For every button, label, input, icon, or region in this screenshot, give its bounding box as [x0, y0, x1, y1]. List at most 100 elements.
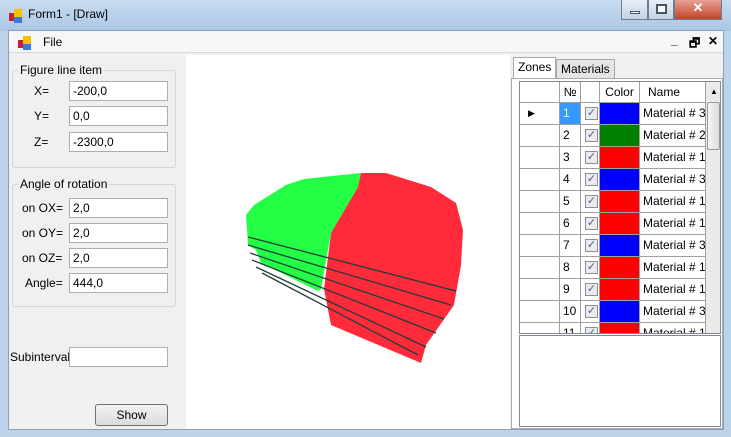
child-close-button[interactable]: ✕: [708, 34, 718, 48]
menu-file[interactable]: File: [43, 35, 62, 49]
cell-number[interactable]: 1: [560, 103, 581, 125]
col-header-check[interactable]: [581, 82, 600, 103]
zones-grid: № Color Name ▶ 1 ✓ Material # 3 2 ✓ Material # 2 3…: [519, 81, 721, 334]
cell-name[interactable]: Material # 3: [640, 103, 706, 125]
checkbox-checked-icon[interactable]: ✓: [585, 261, 598, 274]
cell-color[interactable]: [600, 103, 640, 125]
cell-name[interactable]: Material # 1: [640, 213, 706, 235]
angle-input[interactable]: 444,0: [69, 273, 168, 293]
cell-check[interactable]: ✓: [581, 147, 600, 169]
cell-color[interactable]: [600, 257, 640, 279]
tab-zones[interactable]: Zones: [513, 57, 557, 79]
cell-color[interactable]: [600, 235, 640, 257]
cylinder-3d-figure: [246, 173, 463, 363]
tab-materials[interactable]: Materials: [556, 59, 615, 79]
child-minimize-button[interactable]: _: [671, 33, 678, 47]
cell-check[interactable]: ✓: [581, 301, 600, 323]
scroll-thumb[interactable]: [707, 102, 720, 150]
cell-number[interactable]: 9: [560, 279, 581, 301]
cell-color[interactable]: [600, 323, 640, 333]
child-restore-button[interactable]: 🗗: [689, 34, 700, 55]
row-header[interactable]: ▶: [520, 103, 560, 125]
cell-number[interactable]: 7: [560, 235, 581, 257]
x-input[interactable]: -200,0: [69, 81, 168, 101]
minimize-button[interactable]: [621, 0, 648, 20]
oy-input[interactable]: 2,0: [69, 223, 168, 243]
cell-number[interactable]: 10: [560, 301, 581, 323]
cell-name[interactable]: Material # 1: [640, 147, 706, 169]
cell-check[interactable]: ✓: [581, 235, 600, 257]
cell-number[interactable]: 5: [560, 191, 581, 213]
cell-name[interactable]: Material # 1: [640, 257, 706, 279]
cell-check[interactable]: ✓: [581, 257, 600, 279]
cell-number[interactable]: 4: [560, 169, 581, 191]
cell-check[interactable]: ✓: [581, 279, 600, 301]
col-header-number[interactable]: №: [560, 82, 581, 103]
checkbox-checked-icon[interactable]: ✓: [585, 195, 598, 208]
cell-name[interactable]: Material # 3: [640, 301, 706, 323]
row-header[interactable]: [520, 125, 560, 147]
checkbox-checked-icon[interactable]: ✓: [585, 327, 598, 333]
col-header-color[interactable]: Color: [600, 82, 640, 103]
mdi-child-window: File _ 🗗 ✕ Figure line item X= -200,0 Y=…: [8, 30, 724, 430]
checkbox-checked-icon[interactable]: ✓: [585, 173, 598, 186]
oz-input[interactable]: 2,0: [69, 248, 168, 268]
cell-number[interactable]: 2: [560, 125, 581, 147]
cell-check[interactable]: ✓: [581, 103, 600, 125]
show-button[interactable]: Show: [95, 404, 168, 426]
checkbox-checked-icon[interactable]: ✓: [585, 107, 598, 120]
cell-color[interactable]: [600, 147, 640, 169]
row-header[interactable]: [520, 147, 560, 169]
subinterval-input[interactable]: [69, 347, 168, 367]
row-header[interactable]: [520, 213, 560, 235]
checkbox-checked-icon[interactable]: ✓: [585, 283, 598, 296]
cell-check[interactable]: ✓: [581, 213, 600, 235]
row-header[interactable]: [520, 279, 560, 301]
y-input[interactable]: 0,0: [69, 106, 168, 126]
grid-scrollbar[interactable]: ▲: [706, 82, 720, 333]
cell-name[interactable]: Material # 1: [640, 191, 706, 213]
cell-name[interactable]: Material # 3: [640, 169, 706, 191]
cell-color[interactable]: [600, 279, 640, 301]
app-icon: [9, 9, 23, 23]
z-input[interactable]: -2300,0: [69, 132, 168, 152]
checkbox-checked-icon[interactable]: ✓: [585, 151, 598, 164]
checkbox-checked-icon[interactable]: ✓: [585, 129, 598, 142]
cell-name[interactable]: Material # 3: [640, 235, 706, 257]
col-header-name[interactable]: Name: [640, 82, 706, 103]
cell-number[interactable]: 8: [560, 257, 581, 279]
checkbox-checked-icon[interactable]: ✓: [585, 305, 598, 318]
checkbox-checked-icon[interactable]: ✓: [585, 239, 598, 252]
cell-color[interactable]: [600, 169, 640, 191]
cell-check[interactable]: ✓: [581, 323, 600, 333]
row-header[interactable]: [520, 235, 560, 257]
cell-color[interactable]: [600, 213, 640, 235]
checkbox-checked-icon[interactable]: ✓: [585, 217, 598, 230]
rotation-group-title: Angle of rotation: [18, 177, 110, 191]
cell-name[interactable]: Material # 1: [640, 279, 706, 301]
oy-label: on OY=: [22, 226, 64, 240]
cell-check[interactable]: ✓: [581, 125, 600, 147]
cell-color[interactable]: [600, 125, 640, 147]
row-header[interactable]: [520, 169, 560, 191]
y-label: Y=: [34, 109, 50, 123]
cell-color[interactable]: [600, 191, 640, 213]
row-header[interactable]: [520, 323, 560, 333]
cell-color[interactable]: [600, 301, 640, 323]
cell-name[interactable]: Material # 1: [640, 323, 706, 333]
scroll-up-icon[interactable]: ▲: [710, 87, 718, 96]
close-button[interactable]: ✕: [674, 0, 722, 20]
maximize-button[interactable]: [648, 0, 674, 20]
cell-number[interactable]: 6: [560, 213, 581, 235]
ox-input[interactable]: 2,0: [69, 198, 168, 218]
child-app-icon[interactable]: [18, 36, 32, 50]
cell-number[interactable]: 11: [560, 323, 581, 333]
cell-number[interactable]: 3: [560, 147, 581, 169]
cell-check[interactable]: ✓: [581, 169, 600, 191]
row-header[interactable]: [520, 301, 560, 323]
z-label: Z=: [34, 135, 49, 149]
cell-name[interactable]: Material # 2: [640, 125, 706, 147]
row-header[interactable]: [520, 191, 560, 213]
cell-check[interactable]: ✓: [581, 191, 600, 213]
row-header[interactable]: [520, 257, 560, 279]
